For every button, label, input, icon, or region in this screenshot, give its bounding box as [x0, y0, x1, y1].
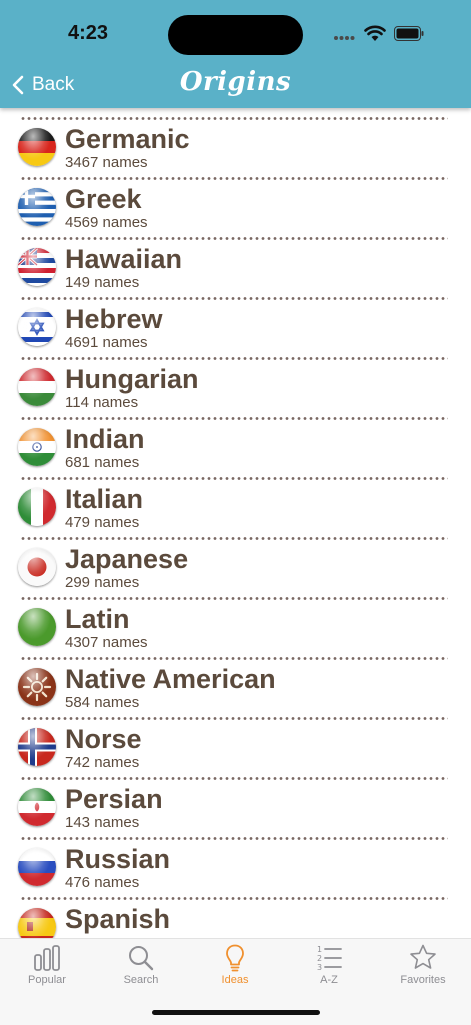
tab-a-z[interactable]: 1 2 3 A-Z	[282, 939, 376, 999]
norway-flag-icon	[18, 728, 56, 766]
list-item[interactable]: Hebrew 4691 names	[0, 288, 471, 351]
dotted-divider	[20, 237, 448, 240]
dotted-divider	[20, 477, 448, 480]
tab-label: Favorites	[400, 974, 446, 986]
origin-name: Japanese	[65, 544, 189, 574]
list-item[interactable]: Greek 4569 names	[0, 168, 471, 231]
list-item[interactable]: Indian 681 names	[0, 408, 471, 471]
origin-name: Norse	[65, 724, 142, 754]
hungary-flag-icon	[18, 368, 56, 406]
dotted-divider	[20, 177, 448, 180]
dotted-divider	[20, 297, 448, 300]
svg-text:3: 3	[317, 963, 322, 972]
dotted-divider	[20, 357, 448, 360]
search-icon	[129, 946, 154, 971]
origin-name: Persian	[65, 784, 163, 814]
list-item[interactable]: Hungarian 114 names	[0, 348, 471, 411]
tab-label: A-Z	[320, 974, 338, 986]
origin-name: Hawaiian	[65, 244, 183, 274]
greece-flag-icon	[18, 188, 56, 226]
tab-search[interactable]: Search	[94, 939, 188, 999]
spain-flag-icon	[18, 908, 56, 938]
list-item[interactable]: Native American 584 names	[0, 648, 471, 711]
dotted-divider	[20, 717, 448, 720]
tab-ideas[interactable]: Ideas	[188, 939, 282, 999]
origin-name: Germanic	[65, 124, 190, 154]
battery-icon	[394, 26, 424, 41]
japan-flag-icon	[18, 548, 56, 586]
tab-label: Search	[123, 974, 159, 986]
dotted-divider	[20, 837, 448, 840]
origin-name: Indian	[65, 424, 145, 454]
hawaii-flag-icon	[18, 248, 56, 286]
origin-name: Native American	[65, 664, 276, 694]
list-item[interactable]: Japanese 299 names	[0, 528, 471, 591]
list-item[interactable]: Russian 476 names	[0, 828, 471, 891]
tab-label: Popular	[28, 974, 66, 986]
tab-popular[interactable]: Popular	[0, 939, 94, 999]
origin-name: Greek	[65, 184, 142, 214]
native-american-sun-icon	[18, 668, 56, 706]
list-item[interactable]: Hawaiian 149 names	[0, 228, 471, 291]
dotted-divider	[20, 777, 448, 780]
origin-name: Hebrew	[65, 304, 163, 334]
dotted-divider	[20, 657, 448, 660]
israel-flag-icon	[18, 308, 56, 346]
india-flag-icon	[18, 428, 56, 466]
origin-name: Latin	[65, 604, 130, 634]
list-item[interactable]: Italian 479 names	[0, 468, 471, 531]
navigation-header: 4:23 Back Origins	[0, 0, 471, 108]
list-item[interactable]: Persian 143 names	[0, 768, 471, 831]
dotted-divider	[20, 897, 448, 900]
tab-label: Ideas	[221, 974, 249, 986]
wifi-icon	[364, 25, 386, 41]
iran-flag-icon	[18, 788, 56, 826]
cellular-signal-icon	[334, 36, 355, 40]
origin-name: Russian	[65, 844, 171, 874]
origins-list[interactable]: Germanic 3467 names Greek 4569 names Haw…	[0, 108, 471, 938]
numbered-list-icon: 1 2 3	[317, 945, 342, 972]
status-time: 4:23	[68, 22, 109, 44]
page-title: Origins	[179, 67, 292, 97]
list-item[interactable]: Germanic 3467 names	[0, 108, 471, 171]
dotted-divider	[20, 537, 448, 540]
dotted-divider	[20, 117, 448, 120]
dynamic-island	[168, 15, 303, 55]
germany-flag-icon	[18, 128, 56, 166]
list-item[interactable]: Norse 742 names	[0, 708, 471, 771]
svg-text:1: 1	[317, 945, 322, 954]
home-indicator	[152, 1010, 320, 1015]
dotted-divider	[20, 417, 448, 420]
svg-text:2: 2	[317, 954, 322, 963]
origin-name: Italian	[65, 484, 144, 514]
origin-name: Spanish	[65, 904, 171, 934]
bar-chart-icon	[34, 945, 60, 971]
lightbulb-icon	[226, 944, 244, 972]
list-item[interactable]: Spanish	[0, 888, 471, 938]
tab-favorites[interactable]: Favorites	[376, 939, 470, 999]
star-icon	[410, 944, 436, 969]
dotted-divider	[20, 597, 448, 600]
italy-flag-icon	[18, 488, 56, 526]
latin-green-icon	[18, 608, 56, 646]
russia-flag-icon	[18, 848, 56, 886]
origin-name: Hungarian	[65, 364, 199, 394]
list-item[interactable]: Latin 4307 names	[0, 588, 471, 651]
